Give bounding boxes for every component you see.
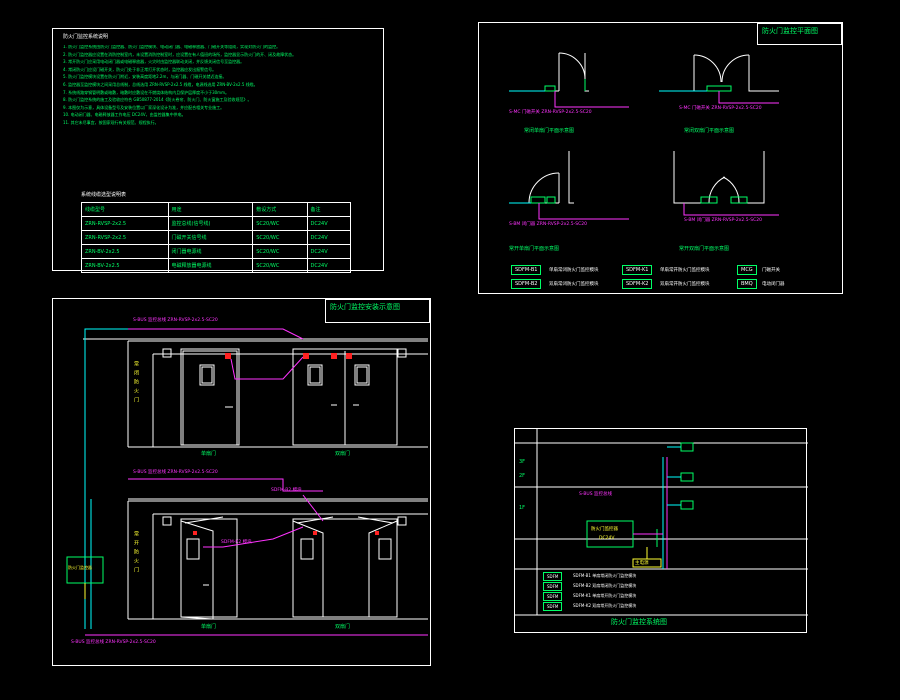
plan-label: 常开双扇门平面示意图 xyxy=(679,246,730,252)
notes-line: 4. 常闭防火门应设门磁开关，防火门处于非正常打开状态时，监控器应发出报警信号。 xyxy=(63,66,217,72)
system-legend-desc: SDFM-B1 单扇常闭防火门监控模块 xyxy=(573,573,637,578)
cable-table: 线缆型号 用途 敷设方式 备注 ZRN-RVSP-2x2.5 监控总线(信号线)… xyxy=(81,202,352,273)
notes-line: 9. 本图仅为示意，具体设备型号及安装位置以厂家深化设计为准，并应配合相关专业施… xyxy=(63,104,225,110)
table-cell: 闭门器电源线 xyxy=(167,244,254,259)
notes-line: 7. 系统线路穿钢管明敷或暗敷，暗敷时应敷设在不燃烧体结构内且保护层厚度不小于3… xyxy=(63,89,229,95)
elevation-mid-wire: S-BUS 监控总线 ZRN-RVSP-2x2.5-SC20 xyxy=(133,470,218,475)
table-header-row: 线缆型号 用途 敷设方式 备注 xyxy=(81,202,352,217)
plan-legend-tag: SDFM-K1 xyxy=(622,265,653,275)
elevation-label-bottom-right: 双扇门 xyxy=(335,624,351,630)
system-legend-desc: SDFM-B2 双扇常闭防火门监控模块 xyxy=(573,583,637,588)
elevation-drawing xyxy=(66,328,428,636)
system-controller-sub: DC24V xyxy=(599,536,615,541)
system-power-label: 主电源 xyxy=(635,561,649,566)
plan-legend-desc: 单扇常开防火门监控模块 xyxy=(660,268,710,273)
plan-label: 常开单扇门平面示意图 xyxy=(509,246,560,252)
plan-legend-tag: SDFM-B2 xyxy=(511,279,542,289)
table-cell: ZRN-BV-2x2.5 xyxy=(81,258,169,273)
elevation-label-top-right: 双扇门 xyxy=(335,451,351,457)
plan-legend-tag: MCG xyxy=(737,265,757,275)
plan-wire-note: S-BM 闭门器 ZRN-RVSP-2x2.5-SC20 xyxy=(509,222,587,227)
plan-label: 常闭单扇门平面示意图 xyxy=(524,128,575,134)
notes-heading: 防火门监控系统说明 xyxy=(63,34,109,40)
table-cell: DC24V xyxy=(306,230,352,245)
elevation-closer-label: SDFM-K2 模块 xyxy=(221,540,252,545)
plan-legend-desc: 电动闭门器 xyxy=(762,282,785,287)
system-legend-desc: SDFM-K1 单扇常开防火门监控模块 xyxy=(573,593,637,598)
plan-single-open xyxy=(509,151,574,204)
plan-legend-desc: 门磁开关 xyxy=(762,268,780,273)
elevation-top-wire: S-BUS 监控总线 ZRN-RVSP-2x2.5-SC20 xyxy=(133,318,218,323)
system-legend-tag: SDFM xyxy=(543,582,563,591)
notes-line: 3. 常开防火门应采用电动闭门器或电磁释放器，火灾时由监控器联动关闭，并反馈关闭… xyxy=(63,59,245,65)
notes-body: 1. 防火门监控系统由防火门监控器、防火门监控模块、电动闭门器、电磁释放器、门磁… xyxy=(63,45,373,129)
plan-label: 常闭双扇门平面示意图 xyxy=(684,128,735,134)
elevation-label-bottom-left: 单扇门 xyxy=(201,624,217,630)
table-cell: DC24V xyxy=(306,216,352,231)
system-legend-tag: SDFM xyxy=(543,602,563,611)
system-floor-label: 1F xyxy=(519,505,526,511)
plan-double-open xyxy=(673,151,765,204)
plan-legend-desc: 双扇常开防火门监控模块 xyxy=(660,282,710,287)
elevation-bottom-wire: S-BUS 监控总线 ZRN-RVSP-2x2.5-SC20 xyxy=(71,640,156,645)
elevation-panel: 防火门监控安装示意图 S-BUS 监控总线 ZRN-RVSP-2x2.5-SC2… xyxy=(52,298,431,666)
table-cell: SC20/WC xyxy=(252,216,308,231)
system-floor-label: 2F xyxy=(519,473,526,479)
table-header: 用途 xyxy=(167,202,254,217)
plan-wire-note: S-BM 闭门器 ZRN-RVSP-2x2.5-SC20 xyxy=(684,218,762,223)
system-legend-tag: SDFM xyxy=(543,592,563,601)
elevation-side-text-bottom: 常开防火门 xyxy=(133,531,139,576)
plan-panel: 防火门监控平面图 S-MC 门磁开关 ZRN-RVSP-2x2.5-SC20 S… xyxy=(478,22,843,294)
notes-line: 11. 其它未尽事宜，按国家现行有关规范、规程执行。 xyxy=(63,119,159,125)
notes-line: 5. 防火门监控模块设置在防火门附近，安装高度距地2.2m，与闭门器、门磁开关就… xyxy=(63,74,227,80)
notes-line: 2. 防火门监控器应设置在消防控制室内，未设置消防控制室时，应设置在有人值班的场… xyxy=(63,51,297,57)
table-cell: DC24V xyxy=(306,258,352,273)
system-bus-note: S-BUS 监控总线 xyxy=(579,492,612,497)
table-cell: SC20/WC xyxy=(252,244,308,259)
plan-legend-tag: SDFM-K2 xyxy=(622,279,653,289)
table-row: ZRN-BV-2x2.5 电磁释放器电源线 SC20/WC DC24V xyxy=(81,258,352,273)
system-legend-tag: SDFM xyxy=(543,572,563,581)
table-cell: DC24V xyxy=(306,244,352,259)
system-panel: 3F 2F 1F S-BUS 监控总线 防火门监控器 DC24V 主电源 SDF… xyxy=(514,428,808,633)
notes-line: 8. 防火门监控系统的施工及验收应符合 GB50877-2014《防火卷帘、防火… xyxy=(63,97,252,103)
elevation-door-wire: SDFM-B2 模块 xyxy=(271,488,302,493)
notes-line: 6. 监控器至监控模块之间采用总线制，总线选用 ZRN-RVSP-2x2.5 线… xyxy=(63,81,258,87)
table-cell: SC20/WC xyxy=(252,258,308,273)
plan-single-closed xyxy=(519,52,589,92)
table-cell: 监控总线(信号线) xyxy=(167,216,254,231)
elevation-controller-label: 防火门监控器 xyxy=(68,565,92,570)
table-cell: ZRN-BV-2x2.5 xyxy=(81,244,169,259)
notes-panel: 防火门监控系统说明 1. 防火门监控系统由防火门监控器、防火门监控模块、电动闭门… xyxy=(52,28,384,273)
table-header: 敷设方式 xyxy=(252,202,308,217)
plan-legend-desc: 双扇常闭防火门监控模块 xyxy=(549,282,599,287)
elevation-label-top-left: 单扇门 xyxy=(201,451,217,457)
table-cell: SC20/WC xyxy=(252,230,308,245)
table-title: 系统线缆选型说明表 xyxy=(81,192,127,198)
plan-drawing xyxy=(509,52,779,220)
plan-legend-tag: SDFM-B1 xyxy=(511,265,542,275)
table-row: ZRN-RVSP-2x2.5 监控总线(信号线) SC20/WC DC24V xyxy=(81,216,352,231)
elevation-side-text-top: 常闭防火门 xyxy=(133,361,139,406)
table-cell: 电磁释放器电源线 xyxy=(167,258,254,273)
table-row: ZRN-BV-2x2.5 闭门器电源线 SC20/WC DC24V xyxy=(81,244,352,259)
system-floor-label: 3F xyxy=(519,459,526,465)
table-row: ZRN-RVSP-2x2.5 门磁开关信号线 SC20/WC DC24V xyxy=(81,230,352,245)
plan-legend-tag: BMQ xyxy=(737,279,757,289)
plan-wire-note: S-MC 门磁开关 ZRN-RVSP-2x2.5-SC20 xyxy=(679,106,762,111)
table-header: 线缆型号 xyxy=(81,202,169,217)
table-cell: 门磁开关信号线 xyxy=(167,230,254,245)
system-controller: 防火门监控器 xyxy=(591,527,618,532)
notes-line: 10. 电动闭门器、电磁释放器工作电压 DC24V，由监控器集中供电。 xyxy=(63,112,186,118)
plan-wire-note: S-MC 门磁开关 ZRN-RVSP-2x2.5-SC20 xyxy=(509,110,592,115)
notes-line: 1. 防火门监控系统由防火门监控器、防火门监控模块、电动闭门器、电磁释放器、门磁… xyxy=(63,45,281,49)
system-legend-desc: SDFM-K2 双扇常开防火门监控模块 xyxy=(573,603,637,608)
table-cell: ZRN-RVSP-2x2.5 xyxy=(81,216,169,231)
system-title: 防火门监控系统图 xyxy=(611,618,667,626)
table-cell: ZRN-RVSP-2x2.5 xyxy=(81,230,169,245)
table-header: 备注 xyxy=(306,202,352,217)
plan-legend-desc: 单扇常闭防火门监控模块 xyxy=(549,268,599,273)
